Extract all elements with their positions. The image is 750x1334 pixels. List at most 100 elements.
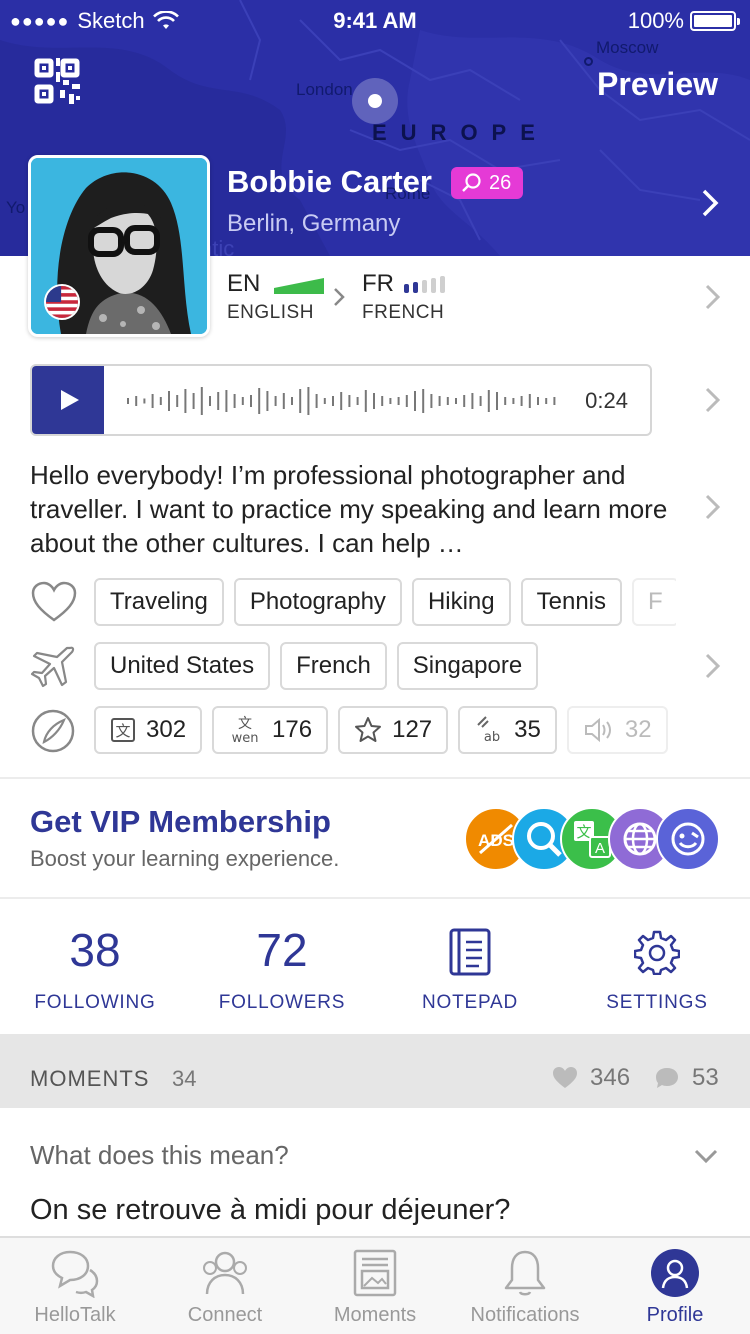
tab-notifications[interactable]: Notifications (450, 1238, 600, 1334)
stat-chip-voice[interactable]: 32 (566, 706, 668, 754)
battery-icon (690, 11, 740, 31)
stat-chip-transliterations[interactable]: 文 wen 176 (212, 706, 329, 754)
svg-text:ab: ab (484, 730, 500, 745)
svg-text:文: 文 (115, 722, 130, 740)
notepad-label: NOTEPAD (421, 992, 519, 1013)
svg-text:A: A (595, 840, 605, 857)
map-label-london: London (296, 80, 353, 99)
native-language-name: ENGLISH (227, 302, 314, 323)
place-tag[interactable]: United States (94, 642, 271, 690)
svg-text:wen: wen (232, 731, 259, 745)
language-level-dots (404, 276, 445, 293)
vip-title[interactable]: Get VIP Membership (30, 804, 331, 840)
correction-icon: ab (477, 716, 500, 745)
vip-subtitle: Boost your learning experience. (30, 846, 340, 871)
map-label-moscow: Moscow (596, 38, 659, 57)
gauge-icon (31, 709, 75, 753)
map-label-partial: Yo (6, 198, 26, 217)
moments-header[interactable]: MOMENTS 34 346 53 (0, 1034, 750, 1108)
following-counter[interactable]: 38 FOLLOWING (10, 920, 180, 1014)
gear-icon (634, 930, 680, 975)
moments-label: MOMENTS (30, 1066, 150, 1091)
stat-chip-translations[interactable]: 文 302 (94, 706, 203, 754)
chevron-right-icon[interactable] (704, 653, 722, 679)
divider (0, 897, 750, 899)
smile-icon (656, 807, 720, 871)
battery-label: 100% (627, 8, 684, 33)
tab-hellotalk[interactable]: HelloTalk (0, 1238, 150, 1334)
chevron-right-icon[interactable] (704, 387, 722, 413)
people-icon (203, 1251, 247, 1295)
learning-language: FR FRENCH (362, 270, 452, 324)
native-language-code: EN (227, 270, 261, 297)
level-badge-count: 26 (489, 171, 512, 194)
voice-duration: 0:24 (585, 388, 628, 413)
tab-moments[interactable]: Moments (300, 1238, 450, 1334)
interests-list: Traveling Photography Hiking Tennis F (94, 578, 676, 626)
followers-counter[interactable]: 72 FOLLOWERS (197, 920, 367, 1014)
current-location-marker (352, 78, 398, 124)
us-flag-icon (44, 284, 80, 320)
moments-comments: 53 (692, 1064, 719, 1091)
qr-code-icon[interactable] (34, 58, 80, 104)
stat-chip-corrections[interactable]: ab 35 (458, 706, 557, 754)
map-label-europe: EUROPE (372, 120, 549, 145)
tab-label: Notifications (470, 1304, 580, 1326)
following-count: 38 (69, 924, 121, 976)
airplane-icon (30, 646, 75, 688)
voice-intro-player[interactable]: 0:24 (30, 364, 652, 436)
status-bar: ●●●●● Sketch 9:41 AM 100% (0, 0, 750, 40)
chevron-right-icon[interactable] (704, 494, 722, 520)
chevron-down-icon[interactable] (694, 1148, 718, 1164)
place-tag[interactable]: Singapore (396, 642, 539, 690)
settings-button[interactable]: SETTINGS (572, 920, 742, 1014)
stat-chip-favorites[interactable]: 127 (338, 706, 449, 754)
chevron-right-icon[interactable] (704, 284, 722, 310)
learning-language-name: FRENCH (362, 302, 445, 323)
activity-stats: 文 302 文 wen 176 127 ab 35 32 (94, 706, 676, 754)
heart-icon (31, 581, 77, 622)
tab-bar: HelloTalk Connect Moments Notifications … (0, 1236, 750, 1334)
following-label: FOLLOWING (34, 992, 156, 1013)
divider (0, 777, 750, 779)
moments-count: 34 (172, 1066, 197, 1091)
moment-question: What does this mean? (30, 1140, 289, 1170)
notepad-button[interactable]: NOTEPAD (385, 920, 555, 1014)
star-icon (355, 717, 382, 742)
tab-connect[interactable]: Connect (150, 1238, 300, 1334)
play-icon (61, 390, 79, 410)
chevron-right-icon[interactable] (700, 188, 720, 218)
profile-location: Berlin, Germany (227, 210, 401, 237)
followers-count: 72 (256, 924, 308, 976)
heart-icon (553, 1067, 577, 1088)
interest-tag[interactable]: Tennis (520, 578, 623, 626)
tab-label: HelloTalk (34, 1304, 116, 1326)
language-level-bar (274, 278, 325, 294)
moment-text: On se retrouve à midi pour déjeuner? (30, 1194, 511, 1226)
notepad-icon (449, 928, 491, 976)
svg-text:文: 文 (238, 716, 252, 732)
places-list: United States French Singapore (94, 642, 594, 690)
newspaper-icon (353, 1249, 397, 1297)
speaker-icon (584, 717, 611, 743)
moments-likes: 346 (590, 1064, 631, 1091)
preview-button[interactable]: Preview (597, 66, 718, 103)
profile-name: Bobbie Carter (227, 164, 432, 199)
bell-icon (504, 1250, 546, 1296)
moments-engagement: 346 53 (552, 1064, 719, 1092)
search-icon (462, 173, 481, 192)
play-button[interactable] (32, 366, 104, 434)
tab-label: Connect (187, 1304, 263, 1326)
tab-label: Moments (333, 1304, 417, 1326)
followers-label: FOLLOWERS (218, 992, 346, 1013)
place-tag[interactable]: French (280, 642, 387, 690)
interest-tag[interactable]: F (632, 578, 676, 626)
tab-profile[interactable]: Profile (600, 1238, 750, 1334)
interest-tag[interactable]: Photography (233, 578, 402, 626)
profile-bio: Hello everybody! I’m professional photog… (30, 460, 668, 558)
native-language: EN ENGLISH (227, 270, 325, 324)
interest-tag[interactable]: Hiking (411, 578, 511, 626)
learning-language-code: FR (362, 270, 394, 297)
map-city-marker (584, 57, 593, 66)
interest-tag[interactable]: Traveling (94, 578, 224, 626)
